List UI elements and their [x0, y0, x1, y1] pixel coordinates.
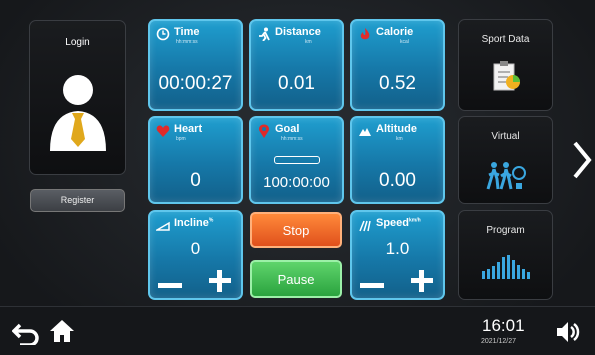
pin-icon	[259, 124, 269, 138]
incline-decrease-button[interactable]	[158, 283, 182, 288]
virtual-label: Virtual	[491, 131, 520, 142]
time-unit: hh:mm:ss	[176, 39, 198, 45]
bar-graph-icon	[482, 255, 530, 279]
heart-value: 0	[190, 170, 201, 191]
bottom-bar: 16:01 2021/12/27	[0, 306, 595, 355]
sport-data-button[interactable]: Sport Data	[458, 19, 553, 111]
register-button[interactable]: Register	[30, 189, 125, 212]
distance-tile: Distance km 0.01	[249, 19, 344, 111]
clock-date: 2021/12/27	[481, 338, 517, 345]
speed-unit: km/h	[409, 217, 421, 224]
distance-label: Distance	[275, 26, 321, 38]
login-panel[interactable]: Login	[29, 20, 126, 175]
program-button[interactable]: Program	[458, 210, 553, 300]
altitude-unit: km	[396, 136, 403, 142]
time-tile: Time hh:mm:ss 00:00:27	[148, 19, 243, 111]
program-label: Program	[486, 225, 525, 236]
incline-value: 0	[190, 239, 201, 258]
calorie-tile: Calorie kcal 0.52	[350, 19, 445, 111]
calorie-value: 0.52	[379, 73, 416, 94]
incline-icon	[156, 221, 170, 231]
heart-icon	[156, 125, 170, 137]
incline-unit: %	[208, 217, 214, 224]
speed-decrease-button[interactable]	[360, 283, 384, 288]
altitude-value: 0.00	[379, 170, 416, 191]
register-label: Register	[60, 195, 95, 205]
heart-tile: Heart bpm 0	[148, 116, 243, 204]
calorie-label: Calorie	[376, 26, 414, 38]
goal-unit: hh:mm:ss	[281, 136, 303, 142]
incline-increase-button[interactable]	[209, 270, 231, 292]
pause-button[interactable]: Pause	[250, 260, 342, 298]
goal-progress-bar	[274, 156, 320, 164]
altitude-label: Altitude	[376, 123, 417, 135]
clipboard-chart-icon	[493, 61, 520, 91]
speed-control: Speedkm/h 1.0	[350, 210, 445, 300]
clock-time: 16:01	[482, 316, 525, 335]
speed-increase-button[interactable]	[411, 270, 433, 292]
runner-icon	[259, 27, 270, 41]
speed-icon	[359, 220, 371, 232]
chevron-right-icon[interactable]	[572, 140, 592, 180]
distance-unit: km	[305, 39, 312, 45]
speed-value: 1.0	[385, 239, 410, 258]
speed-label: Speed	[376, 217, 410, 229]
runners-icon	[486, 162, 526, 190]
clock-icon	[156, 27, 170, 41]
goal-label: Goal	[275, 123, 300, 135]
virtual-button[interactable]: Virtual	[458, 116, 553, 204]
volume-icon[interactable]	[555, 319, 581, 345]
sport-data-label: Sport Data	[481, 34, 530, 45]
user-avatar-icon	[50, 75, 106, 151]
heart-label: Heart	[174, 123, 203, 135]
time-value: 00:00:27	[158, 73, 233, 94]
stop-button[interactable]: Stop	[250, 212, 342, 248]
incline-control: Incline% 0	[148, 210, 243, 300]
pause-label: Pause	[277, 272, 315, 287]
treadmill-screen: Login Register Time hh:mm:ss 00:00:27 Di…	[0, 0, 595, 355]
home-icon[interactable]	[49, 319, 75, 343]
distance-value: 0.01	[278, 73, 315, 94]
calorie-unit: kcal	[400, 39, 409, 45]
back-icon[interactable]	[12, 321, 40, 345]
incline-label: Incline	[174, 217, 209, 229]
heart-unit: bpm	[176, 136, 186, 142]
flame-icon	[360, 28, 370, 40]
goal-tile[interactable]: Goal hh:mm:ss 100:00:00	[249, 116, 344, 204]
time-label: Time	[174, 26, 200, 38]
goal-value: 100:00:00	[263, 174, 330, 191]
mountain-icon	[359, 128, 371, 136]
login-label: Login	[65, 37, 90, 48]
stop-label: Stop	[282, 223, 310, 238]
altitude-tile: Altitude km 0.00	[350, 116, 445, 204]
